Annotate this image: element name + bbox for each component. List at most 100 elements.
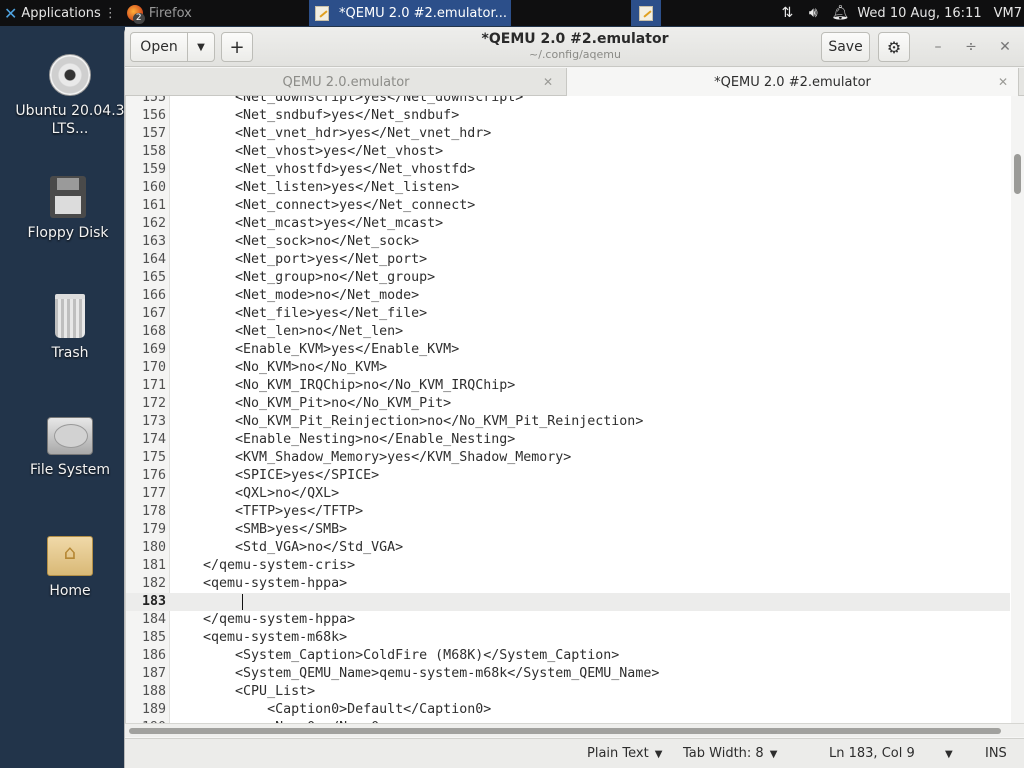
tab-width-selector[interactable]: Tab Width: 8 ▼ [683, 746, 777, 761]
text-editor-icon [639, 5, 653, 21]
editor-line[interactable]: 189 <Caption0>Default</Caption0> [126, 701, 1010, 719]
editor-line[interactable]: 169 <Enable_KVM>yes</Enable_KVM> [126, 341, 1010, 359]
text-view[interactable]: 155 <Net_downscript>yes</Net_downscript>… [125, 96, 1024, 723]
editor-line[interactable]: 168 <Net_len>no</Net_len> [126, 323, 1010, 341]
desktop-icon-ubuntu-cd[interactable]: Ubuntu 20.04.3 LTS... [10, 54, 130, 138]
editor-line[interactable]: 175 <KVM_Shadow_Memory>yes</KVM_Shadow_M… [126, 449, 1010, 467]
line-text: <Enable_Nesting>no</Enable_Nesting> [171, 432, 516, 447]
tab-qemu-emulator[interactable]: QEMU 2.0.emulator ✕ [129, 68, 563, 96]
editor-line[interactable]: 177 <QXL>no</QXL> [126, 485, 1010, 503]
tab-qemu-emulator-2[interactable]: *QEMU 2.0 #2.emulator ✕ [566, 68, 1019, 96]
applications-menu[interactable]: ✕ Applications ⋮ [0, 0, 121, 26]
workspace-editor-button[interactable] [631, 0, 661, 26]
window-title-block: *QEMU 2.0 #2.emulator ~/.config/aqemu [425, 31, 725, 62]
close-window-button[interactable]: ✕ [995, 37, 1015, 57]
text-cursor [242, 594, 243, 610]
editor-line[interactable]: 176 <SPICE>yes</SPICE> [126, 467, 1010, 485]
cursor-position[interactable]: Ln 183, Col 9 [829, 746, 915, 761]
clock[interactable]: Wed 10 Aug, 16:11 [857, 6, 981, 21]
editor-line[interactable]: 182 <qemu-system-hppa> [126, 575, 1010, 593]
editor-line[interactable]: 166 <Net_mode>no</Net_mode> [126, 287, 1010, 305]
editor-line[interactable]: 170 <No_KVM>no</No_KVM> [126, 359, 1010, 377]
editor-line[interactable]: 157 <Net_vnet_hdr>yes</Net_vnet_hdr> [126, 125, 1010, 143]
editor-line[interactable]: 188 <CPU_List> [126, 683, 1010, 701]
notification-bell-icon[interactable]: 🔔︎ [831, 5, 849, 21]
window-title: *QEMU 2.0 #2.emulator [481, 31, 669, 47]
line-text: <No_KVM_IRQChip>no</No_KVM_IRQChip> [171, 378, 516, 393]
editor-line[interactable]: 167 <Net_file>yes</Net_file> [126, 305, 1010, 323]
line-number: 188 [141, 684, 166, 699]
editor-line[interactable]: 180 <Std_VGA>no</Std_VGA> [126, 539, 1010, 557]
editor-line[interactable]: 162 <Net_mcast>yes</Net_mcast> [126, 215, 1010, 233]
editor-line[interactable]: 181 </qemu-system-cris> [126, 557, 1010, 575]
vertical-scroll-thumb[interactable] [1014, 154, 1021, 194]
tab-label: *QEMU 2.0 #2.emulator [714, 74, 871, 90]
editor-line[interactable]: 184 </qemu-system-hppa> [126, 611, 1010, 629]
horizontal-scrollbar[interactable] [125, 723, 1024, 737]
editor-line[interactable]: 163 <Net_sock>no</Net_sock> [126, 233, 1010, 251]
editor-line[interactable]: 183 [126, 593, 1010, 611]
save-button[interactable]: Save [821, 32, 870, 62]
line-number: 166 [141, 288, 166, 303]
editor-line[interactable]: 171 <No_KVM_IRQChip>no</No_KVM_IRQChip> [126, 377, 1010, 395]
harddisk-icon [47, 417, 93, 455]
desktop-icon-filesystem[interactable]: File System [10, 417, 130, 479]
status-bar: Plain Text ▼ Tab Width: 8 ▼ Ln 183, Col 9 … [125, 738, 1024, 768]
line-text: <Net_connect>yes</Net_connect> [171, 198, 476, 213]
line-text: <SPICE>yes</SPICE> [171, 468, 380, 483]
line-number: 159 [141, 162, 166, 177]
editor-line[interactable]: 158 <Net_vhost>yes</Net_vhost> [126, 143, 1010, 161]
line-text: </qemu-system-hppa> [171, 612, 356, 627]
network-icon[interactable]: ⇅ [779, 5, 795, 21]
line-number: 180 [141, 540, 166, 555]
open-recent-dropdown-button[interactable]: ▼ [187, 32, 215, 62]
taskbar-text-editor[interactable]: *QEMU 2.0 #2.emulator... [309, 0, 511, 26]
editor-line[interactable]: 160 <Net_listen>yes</Net_listen> [126, 179, 1010, 197]
minimize-button[interactable]: – [928, 37, 948, 57]
line-text: <TFTP>yes</TFTP> [171, 504, 364, 519]
cdrom-icon [49, 54, 91, 96]
open-button[interactable]: Open [130, 32, 188, 62]
line-text: <qemu-system-m68k> [171, 630, 348, 645]
editor-line[interactable]: 186 <System_Caption>ColdFire (M68K)</Sys… [126, 647, 1010, 665]
volume-icon[interactable]: 🔊︎ [805, 5, 821, 21]
editor-line[interactable]: 172 <No_KVM_Pit>no</No_KVM_Pit> [126, 395, 1010, 413]
editor-line[interactable]: 178 <TFTP>yes</TFTP> [126, 503, 1010, 521]
maximize-button[interactable]: ÷ [961, 37, 981, 57]
editor-line[interactable]: 185 <qemu-system-m68k> [126, 629, 1010, 647]
menu-separator-icon: ⋮ [103, 5, 117, 21]
close-icon[interactable]: ✕ [998, 75, 1008, 89]
editor-line[interactable]: 159 <Net_vhostfd>yes</Net_vhostfd> [126, 161, 1010, 179]
horizontal-scroll-thumb[interactable] [129, 728, 1001, 734]
editor-line[interactable]: 174 <Enable_Nesting>no</Enable_Nesting> [126, 431, 1010, 449]
editor-line[interactable]: 156 <Net_sndbuf>yes</Net_sndbuf> [126, 107, 1010, 125]
gear-icon: ⚙ [886, 37, 902, 57]
caret-down-icon[interactable]: ▼ [945, 749, 953, 760]
editor-line[interactable]: 165 <Net_group>no</Net_group> [126, 269, 1010, 287]
firefox-icon: 2 [126, 5, 145, 24]
window-subtitle: ~/.config/aqemu [529, 48, 621, 61]
editor-line[interactable]: 187 <System_QEMU_Name>qemu-system-m68k</… [126, 665, 1010, 683]
desktop-icon-trash[interactable]: Trash [10, 294, 130, 362]
editor-line[interactable]: 164 <Net_port>yes</Net_port> [126, 251, 1010, 269]
editor-line[interactable]: 173 <No_KVM_Pit_Reinjection>no</No_KVM_P… [126, 413, 1010, 431]
text-lines: 155 <Net_downscript>yes</Net_downscript>… [126, 96, 1010, 723]
desktop-icon-home[interactable]: Home [10, 536, 130, 600]
vertical-scrollbar[interactable] [1011, 96, 1024, 723]
editor-line[interactable]: 161 <Net_connect>yes</Net_connect> [126, 197, 1010, 215]
line-number: 171 [141, 378, 166, 393]
line-text: <Net_vhostfd>yes</Net_vhostfd> [171, 162, 476, 177]
line-number: 177 [141, 486, 166, 501]
desktop-icon-floppy[interactable]: Floppy Disk [8, 176, 128, 242]
new-document-button[interactable]: + [221, 32, 253, 62]
line-number: 184 [141, 612, 166, 627]
line-text: <No_KVM_Pit>no</No_KVM_Pit> [171, 396, 452, 411]
editor-line[interactable]: 155 <Net_downscript>yes</Net_downscript> [126, 96, 1010, 107]
language-selector[interactable]: Plain Text ▼ [587, 746, 662, 761]
taskbar-firefox[interactable]: 2 Firefox [126, 0, 192, 26]
editor-line[interactable]: 179 <SMB>yes</SMB> [126, 521, 1010, 539]
close-icon[interactable]: ✕ [543, 75, 553, 89]
settings-menu-button[interactable]: ⚙ [878, 32, 910, 62]
line-text: <Net_sndbuf>yes</Net_sndbuf> [171, 108, 460, 123]
line-text: <Std_VGA>no</Std_VGA> [171, 540, 404, 555]
